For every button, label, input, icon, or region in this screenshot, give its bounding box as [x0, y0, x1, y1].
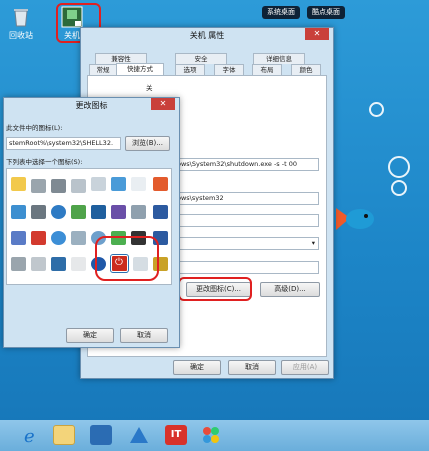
internet-explorer-icon[interactable]: e — [20, 425, 42, 447]
network-icon[interactable] — [11, 205, 26, 219]
svg-text:e: e — [24, 426, 35, 445]
disc-icon[interactable] — [31, 257, 46, 271]
user-icon[interactable] — [11, 231, 26, 245]
mouse-icon[interactable] — [11, 257, 26, 271]
recycle-bin-label: 回收站 — [9, 31, 33, 40]
tab-general[interactable]: 常规 — [89, 64, 117, 75]
puzzle-app-icon[interactable] — [200, 425, 222, 445]
fish-decoration — [336, 202, 374, 236]
computer-icon[interactable] — [51, 257, 66, 271]
file-explorer-icon[interactable] — [53, 425, 75, 445]
folder-icon[interactable] — [11, 177, 26, 191]
app-icon[interactable] — [128, 425, 150, 445]
drive-icon[interactable] — [71, 179, 86, 193]
run-select[interactable]: ▾ — [174, 237, 319, 250]
browse-button[interactable]: 浏览(B)... — [125, 136, 170, 151]
bubble-decoration — [391, 180, 407, 196]
change-icon-dialog: 更改图标 ✕ 此文件中的图标(L): stemRoot%\system32\SH… — [3, 97, 180, 348]
store-icon[interactable] — [90, 425, 112, 445]
hardware-icon[interactable] — [31, 205, 46, 219]
monitor-icon[interactable] — [111, 177, 126, 191]
window-icon[interactable] — [131, 177, 146, 191]
start-in-field[interactable]: ows\system32 — [174, 192, 319, 205]
shortcut-key-field[interactable] — [174, 214, 319, 227]
bubble-decoration — [369, 102, 384, 117]
change-icon-ok-button[interactable]: 确定 — [66, 328, 114, 343]
recycle-bin[interactable]: 回收站 — [4, 6, 38, 41]
tab-layout[interactable]: 布局 — [252, 64, 282, 75]
globe-icon[interactable] — [51, 231, 66, 245]
change-icon-cancel-button[interactable]: 取消 — [120, 328, 168, 343]
tab-shortcut[interactable]: 快捷方式 — [116, 63, 164, 75]
file-label: 此文件中的图标(L): — [6, 124, 63, 132]
blue-square-icon[interactable] — [153, 205, 168, 219]
close-icon: ✕ — [159, 99, 167, 108]
it-app-icon[interactable]: IT — [165, 425, 187, 445]
system-desktop-button[interactable]: 系统桌面 — [262, 6, 300, 19]
blank-icon[interactable] — [71, 257, 86, 271]
highlight-change-icon — [178, 277, 252, 301]
speaker-icon[interactable] — [131, 205, 146, 219]
monitor-icon[interactable] — [91, 205, 106, 219]
taskbar: e IT — [0, 420, 429, 451]
drive-icon[interactable] — [31, 179, 46, 193]
network-globe-icon[interactable] — [71, 205, 86, 219]
advanced-button[interactable]: 高级(D)... — [260, 282, 320, 297]
properties-ok-button[interactable]: 确定 — [173, 360, 221, 375]
properties-title: 关机 属性 — [189, 31, 225, 40]
tab-security[interactable]: 安全 — [175, 53, 227, 64]
shortcut-name: 关 — [146, 84, 153, 92]
properties-apply-button: 应用(A) — [281, 360, 329, 375]
error-icon[interactable] — [31, 231, 46, 245]
users-icon[interactable] — [71, 231, 86, 245]
highlight-power-icon — [95, 236, 159, 281]
tab-font[interactable]: 字体 — [214, 64, 244, 75]
properties-close-button[interactable]: ✕ — [305, 28, 329, 40]
settings-icon[interactable] — [153, 177, 168, 191]
chip-icon[interactable] — [51, 179, 66, 193]
comment-field[interactable] — [174, 261, 319, 274]
icon-list-label: 下列表中选择一个图标(S): — [6, 158, 83, 166]
target-field[interactable]: ows\System32\shutdown.exe -s -t 00 — [174, 158, 319, 171]
tab-colors[interactable]: 颜色 — [291, 64, 321, 75]
media-icon[interactable] — [111, 205, 126, 219]
icon-file-path-field[interactable]: stemRoot%\system32\SHELL32. — [6, 137, 121, 150]
recycle-bin-icon — [10, 6, 32, 28]
tab-options[interactable]: 选项 — [175, 64, 205, 75]
printer-icon[interactable] — [91, 177, 106, 191]
properties-cancel-button[interactable]: 取消 — [228, 360, 276, 375]
globe-icon[interactable] — [51, 205, 66, 219]
kuke-desktop-button[interactable]: 酷点桌面 — [307, 6, 345, 19]
close-icon: ✕ — [313, 29, 321, 38]
change-icon-close-button[interactable]: ✕ — [151, 98, 175, 110]
chevron-down-icon: ▾ — [311, 239, 315, 247]
bubble-decoration — [388, 156, 410, 178]
tab-details[interactable]: 详细信息 — [253, 53, 305, 64]
